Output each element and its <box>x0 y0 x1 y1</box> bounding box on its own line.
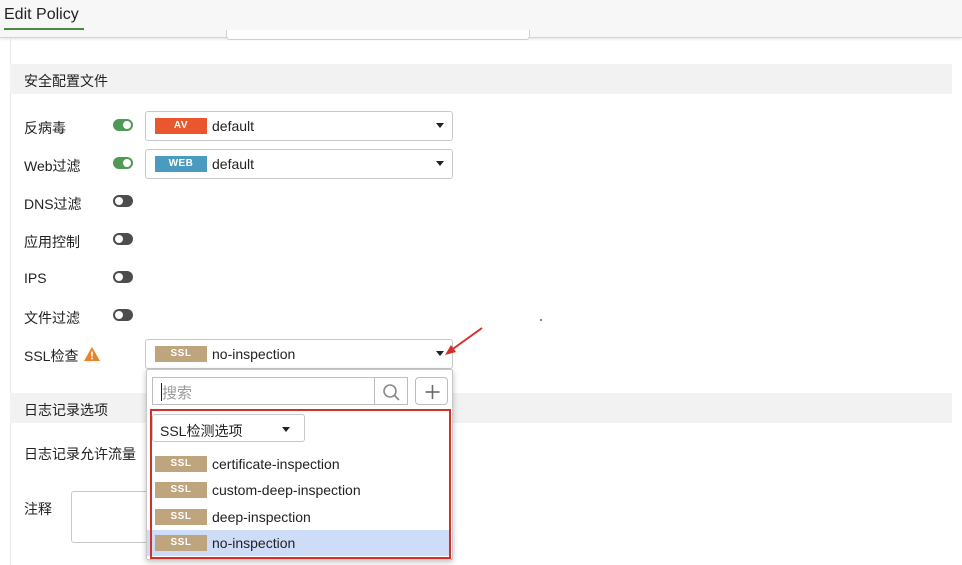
dns-filter-label: DNS过滤 <box>24 196 82 212</box>
title-underline <box>4 28 84 30</box>
comments-textarea[interactable] <box>71 491 151 543</box>
create-profile-button[interactable] <box>415 377 448 405</box>
security-profiles-header: 安全配置文件 <box>10 64 952 94</box>
file-filter-label: 文件过滤 <box>24 310 80 326</box>
web-filter-toggle[interactable] <box>113 157 133 169</box>
antivirus-profile-value: default <box>212 118 255 134</box>
web-badge: WEB <box>155 156 207 172</box>
dropdown-caret-icon <box>436 161 444 166</box>
form-left-border <box>10 38 11 565</box>
web-filter-profile-value: default <box>212 156 255 172</box>
page-title: Edit Policy <box>4 6 79 23</box>
ssl-profile-dropdown: 搜索 SSL检测选项 SSL certificate-inspection SS… <box>146 369 453 560</box>
search-placeholder: 搜索 <box>162 385 193 402</box>
file-filter-toggle[interactable] <box>113 309 133 321</box>
highlight-box <box>150 409 451 559</box>
search-icon <box>383 384 400 401</box>
ssl-inspection-value: no-inspection <box>212 346 296 362</box>
search-input[interactable]: 搜索 <box>152 377 375 405</box>
stray-dot <box>540 319 542 321</box>
search-button[interactable] <box>375 377 408 405</box>
log-allowed-traffic-label: 日志记录允许流量 <box>24 446 136 462</box>
previous-field-remnant <box>226 30 530 40</box>
comments-label: 注释 <box>24 501 52 517</box>
web-filter-label: Web过滤 <box>24 158 81 174</box>
application-control-label: 应用控制 <box>24 234 80 250</box>
ssl-inspection-select[interactable]: SSL no-inspection <box>145 339 453 369</box>
ips-toggle[interactable] <box>113 271 133 283</box>
dns-filter-toggle[interactable] <box>113 195 133 207</box>
web-filter-profile-select[interactable]: WEB default <box>145 149 453 179</box>
antivirus-profile-select[interactable]: AV default <box>145 111 453 141</box>
application-control-toggle[interactable] <box>113 233 133 245</box>
ips-label: IPS <box>24 270 47 286</box>
ssl-inspection-label: SSL检查 <box>24 348 79 364</box>
annotation-arrow <box>445 327 483 355</box>
plus-icon <box>425 385 440 399</box>
antivirus-toggle[interactable] <box>113 119 133 131</box>
dropdown-caret-icon <box>436 123 444 128</box>
av-badge: AV <box>155 118 207 134</box>
ssl-badge: SSL <box>155 346 207 362</box>
warning-icon <box>84 347 100 361</box>
antivirus-label: 反病毒 <box>24 120 66 136</box>
